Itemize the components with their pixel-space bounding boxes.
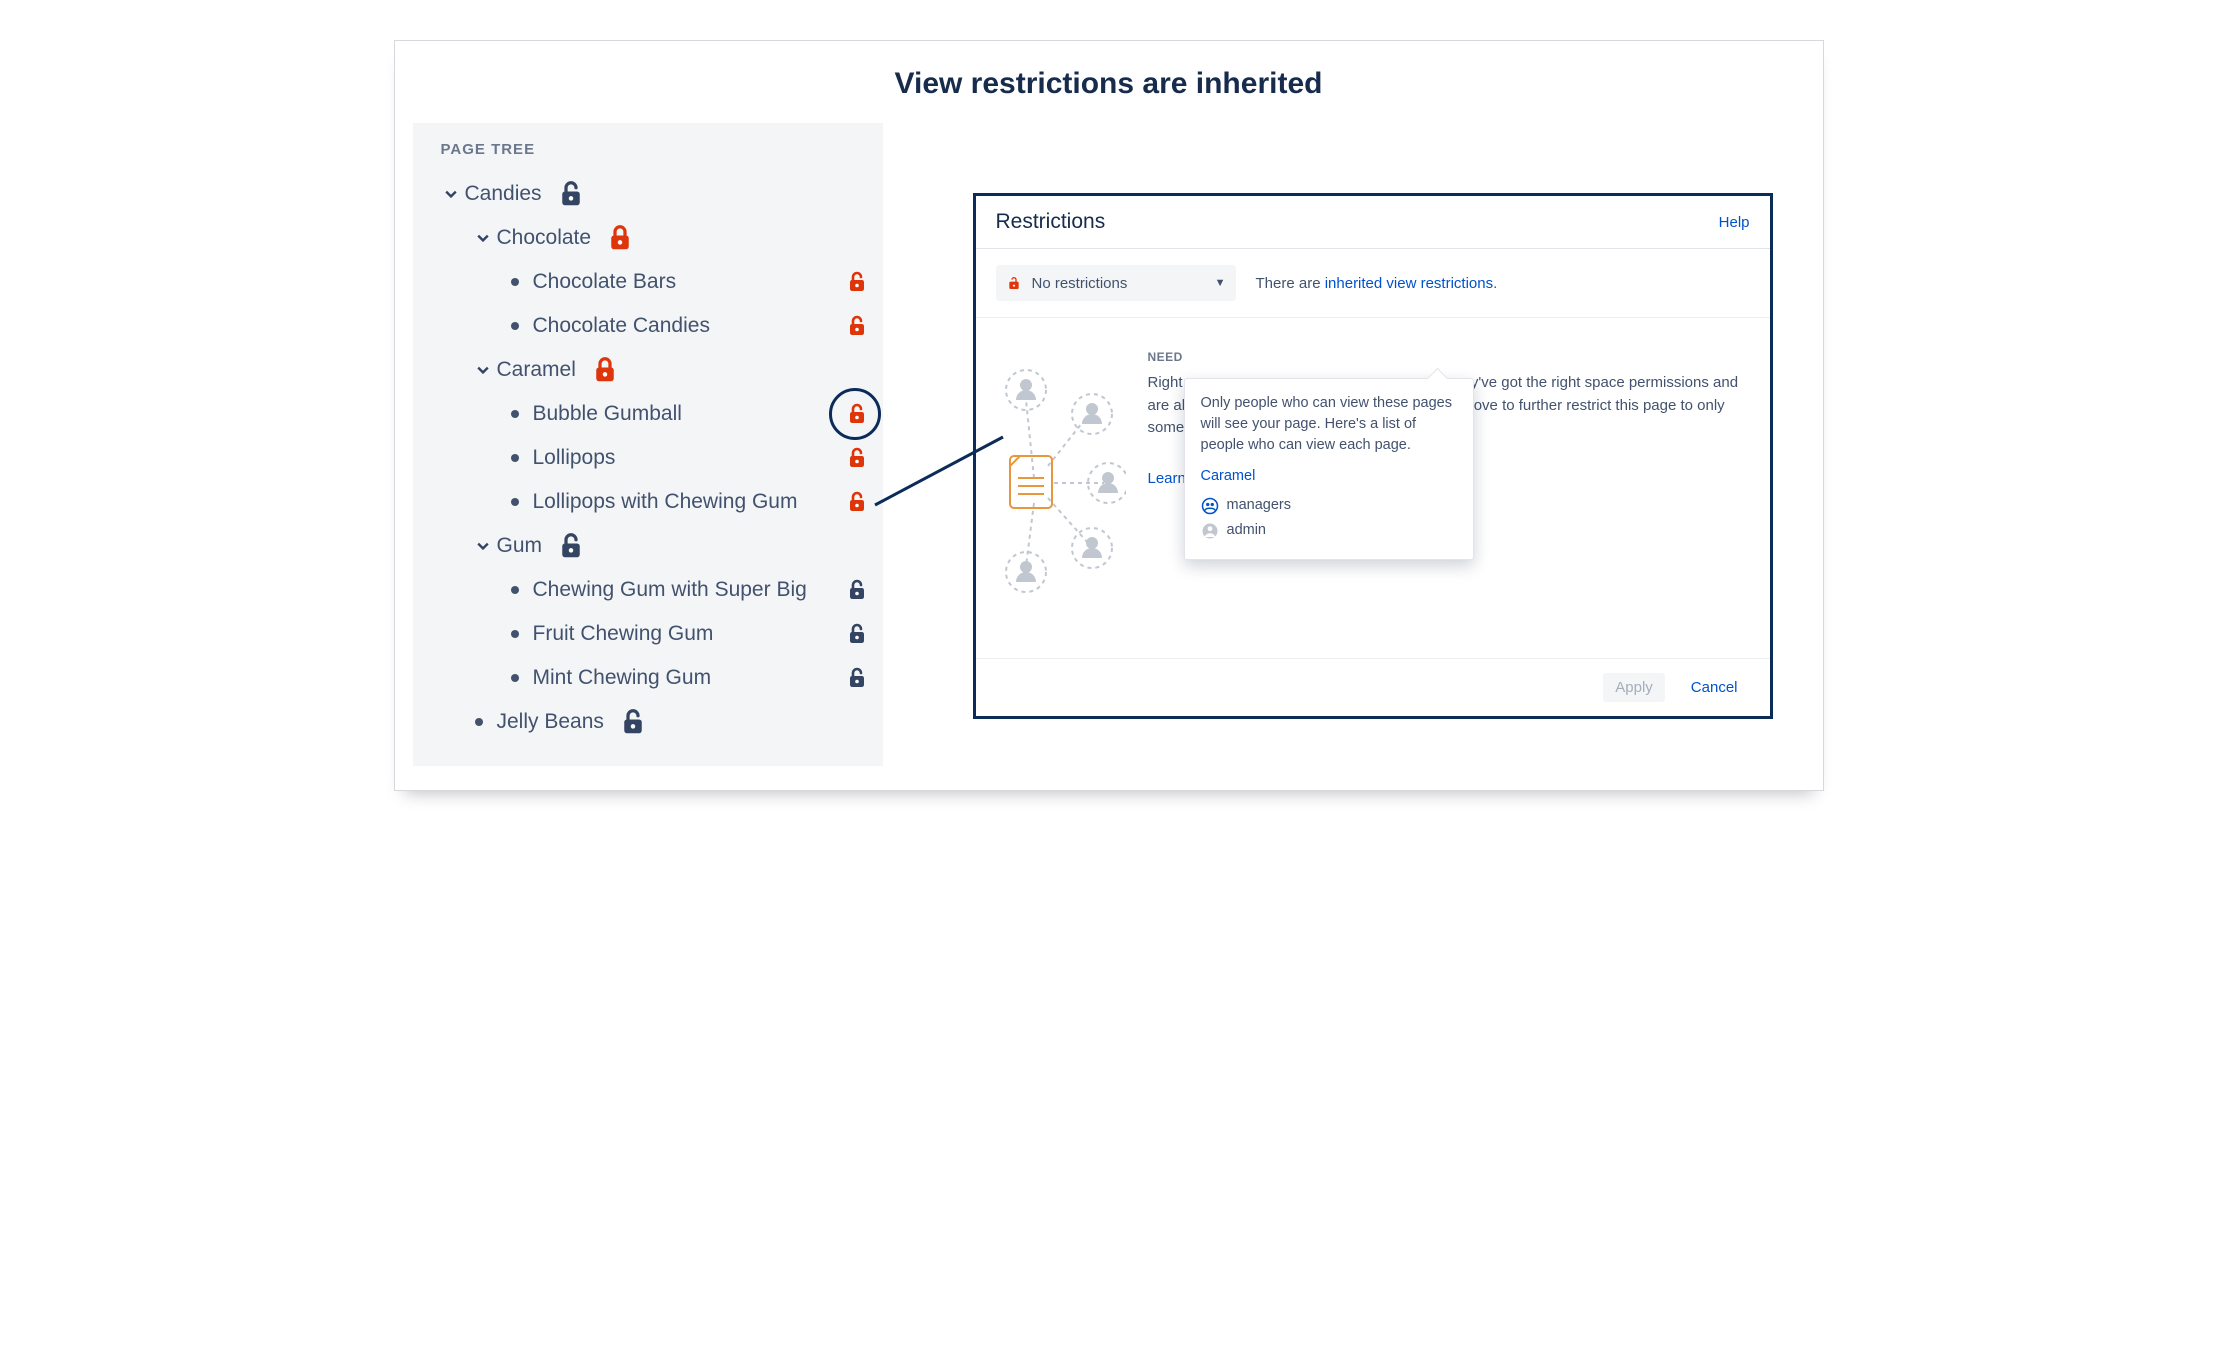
tooltip-page-link[interactable]: Caramel: [1201, 466, 1457, 487]
dialog-controls: No restrictions ▼ There are inherited vi…: [976, 249, 1770, 318]
restricted-lock-icon: [590, 355, 620, 385]
tooltip-group-row: managers: [1201, 495, 1457, 516]
tree-item[interactable]: Candies: [425, 172, 877, 216]
dialog-title: Restrictions: [996, 210, 1106, 234]
dropdown-value: No restrictions: [1032, 275, 1205, 292]
tooltip-user-name: admin: [1227, 520, 1267, 541]
unlocked-icon: [1006, 275, 1022, 291]
inherited-restrictions-link[interactable]: inherited view restrictions: [1325, 275, 1493, 292]
tree-item-label: Chocolate Candies: [533, 314, 710, 338]
tree-item[interactable]: Mint Chewing Gum: [425, 656, 877, 700]
restrictions-dialog: Restrictions Help No restrictions ▼ Ther…: [973, 193, 1773, 719]
chevron-down-icon[interactable]: [475, 540, 491, 552]
dialog-footer: Apply Cancel: [976, 658, 1770, 716]
tree-item-label: Lollipops with Chewing Gum: [533, 490, 798, 514]
tree-item[interactable]: Gum: [425, 524, 877, 568]
cancel-button[interactable]: Cancel: [1679, 673, 1750, 702]
user-icon: [1201, 522, 1219, 540]
unrestricted-lock-icon: [845, 622, 869, 646]
tree-item-label: Caramel: [497, 358, 576, 382]
tree-item[interactable]: Caramel: [425, 348, 877, 392]
tooltip-group-name: managers: [1227, 495, 1291, 516]
need-heading: NEED: [1148, 348, 1750, 366]
info-suffix: .: [1493, 275, 1497, 292]
unrestricted-lock-icon: [618, 707, 648, 737]
caret-down-icon: ▼: [1215, 277, 1226, 289]
inherited-info: There are inherited view restrictions.: [1256, 275, 1498, 292]
chevron-down-icon[interactable]: [475, 232, 491, 244]
tree-item-label: Jelly Beans: [497, 710, 604, 734]
chevron-down-icon[interactable]: [475, 364, 491, 376]
restricted-lock-icon: [605, 223, 635, 253]
restricted-lock-icon: [845, 490, 869, 514]
bullet-icon: [475, 718, 483, 726]
inherited-tooltip: Only people who can view these pages wil…: [1184, 378, 1474, 560]
tree-item-label: Fruit Chewing Gum: [533, 622, 714, 646]
bullet-icon: [511, 410, 519, 418]
restrictions-illustration: [996, 348, 1126, 598]
bullet-icon: [511, 454, 519, 462]
dialog-body: NEED Right ey've got the right space per…: [976, 318, 1770, 658]
tree-item[interactable]: Jelly Beans: [425, 700, 877, 744]
layout: PAGE TREE Candies Chocolate Chocolate Ba…: [413, 123, 1805, 766]
restricted-lock-icon: [845, 270, 869, 294]
restricted-lock-icon: [845, 446, 869, 470]
page-title: View restrictions are inherited: [413, 67, 1805, 101]
bullet-icon: [511, 322, 519, 330]
diagram-canvas: View restrictions are inherited PAGE TRE…: [394, 40, 1824, 791]
help-link[interactable]: Help: [1719, 214, 1750, 231]
apply-button[interactable]: Apply: [1603, 673, 1665, 702]
body-frag-2a: are al: [1148, 395, 1186, 418]
page-tree-heading: PAGE TREE: [441, 141, 877, 158]
body-frag-1a: Right: [1148, 372, 1183, 395]
tree-item-label: Lollipops: [533, 446, 616, 470]
tree-item-label: Chewing Gum with Super Big: [533, 578, 807, 602]
unrestricted-lock-icon: [556, 531, 586, 561]
unrestricted-lock-icon: [845, 666, 869, 690]
tree-item[interactable]: Chocolate Candies: [425, 304, 877, 348]
page-tree-panel: PAGE TREE Candies Chocolate Chocolate Ba…: [413, 123, 883, 766]
tree-item-label: Chocolate: [497, 226, 592, 250]
tooltip-text: Only people who can view these pages wil…: [1201, 393, 1457, 456]
page-tree: Candies Chocolate Chocolate Bars Chocola…: [425, 172, 877, 744]
tree-item[interactable]: Lollipops with Chewing Gum: [425, 480, 877, 524]
bullet-icon: [511, 498, 519, 506]
unrestricted-lock-icon: [556, 179, 586, 209]
info-prefix: There are: [1256, 275, 1325, 292]
body-frag-1b: ey've got the right space permissions an…: [1463, 372, 1739, 395]
tree-item[interactable]: Chewing Gum with Super Big: [425, 568, 877, 612]
tree-item[interactable]: Fruit Chewing Gum: [425, 612, 877, 656]
bullet-icon: [511, 586, 519, 594]
chevron-down-icon[interactable]: [443, 188, 459, 200]
tree-item-label: Bubble Gumball: [533, 402, 682, 426]
tree-item[interactable]: Chocolate Bars: [425, 260, 877, 304]
dialog-header: Restrictions Help: [976, 196, 1770, 249]
tree-item-label: Chocolate Bars: [533, 270, 677, 294]
tree-item-label: Candies: [465, 182, 542, 206]
tree-item-label: Gum: [497, 534, 543, 558]
tree-item[interactable]: Lollipops: [425, 436, 877, 480]
tree-item-label: Mint Chewing Gum: [533, 666, 712, 690]
restricted-lock-icon: [845, 402, 869, 426]
restricted-lock-icon: [845, 314, 869, 338]
tree-item[interactable]: Bubble Gumball: [425, 392, 877, 436]
bullet-icon: [511, 278, 519, 286]
bullet-icon: [511, 630, 519, 638]
group-icon: [1201, 497, 1219, 515]
bullet-icon: [511, 674, 519, 682]
body-frag-2b: above to further restrict this page to o…: [1457, 395, 1725, 418]
tree-item[interactable]: Chocolate: [425, 216, 877, 260]
tooltip-user-row: admin: [1201, 520, 1457, 541]
restrictions-dropdown[interactable]: No restrictions ▼: [996, 265, 1236, 301]
unrestricted-lock-icon: [845, 578, 869, 602]
